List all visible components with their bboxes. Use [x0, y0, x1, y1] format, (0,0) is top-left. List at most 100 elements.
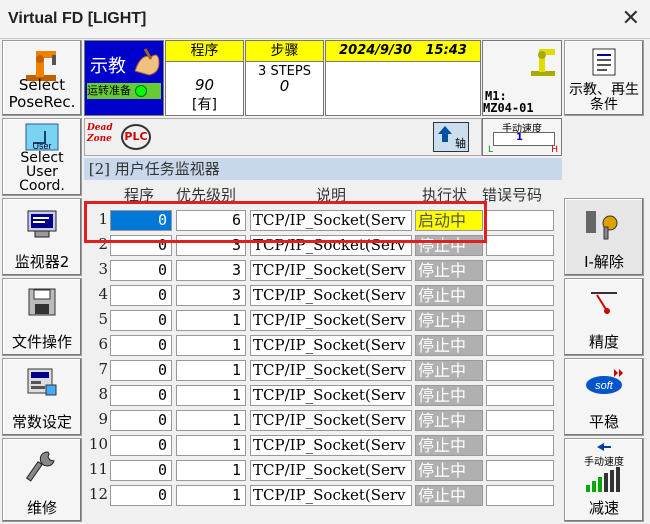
- priority-field[interactable]: 1: [176, 335, 246, 356]
- select-poserec-button[interactable]: Select PoseRec.: [2, 40, 82, 116]
- accuracy-label: 精度: [588, 333, 619, 351]
- table-row[interactable]: 12 0 1 TCP/IP_Socket(Serv 停止中: [84, 483, 562, 508]
- toolbar: Dead Zone PLC 轴: [84, 118, 482, 156]
- axis-label: 轴: [455, 137, 466, 150]
- deadzone-button[interactable]: Dead Zone: [87, 123, 121, 151]
- priority-field[interactable]: 1: [176, 360, 246, 381]
- manual-speed-bars-icon: [586, 467, 620, 492]
- program-field[interactable]: 0: [110, 485, 172, 506]
- state-field: 停止中: [415, 460, 483, 481]
- plc-button[interactable]: PLC: [121, 124, 151, 150]
- priority-field[interactable]: 3: [176, 260, 246, 281]
- table-row[interactable]: 10 0 1 TCP/IP_Socket(Serv 停止中: [84, 433, 562, 458]
- priority-field[interactable]: 3: [176, 285, 246, 306]
- state-field: 停止中: [415, 410, 483, 431]
- row-number: 8: [98, 385, 108, 403]
- interlock-release-button[interactable]: I-解除: [564, 198, 644, 276]
- highlight-box: [84, 201, 487, 243]
- teach-playback-conditions-button[interactable]: 示教、再生 条件: [564, 40, 644, 116]
- program-field[interactable]: 0: [110, 410, 172, 431]
- teach-playback-conditions-label: 示教、再生 条件: [569, 82, 639, 113]
- description-field: TCP/IP_Socket(Serv: [250, 335, 412, 356]
- table-row[interactable]: 3 0 3 TCP/IP_Socket(Serv 停止中: [84, 258, 562, 283]
- select-poserec-label: Select PoseRec.: [8, 76, 76, 111]
- description-field: TCP/IP_Socket(Serv: [250, 260, 412, 281]
- monitor-title-text: [2] 用户任务监视器: [88, 160, 220, 178]
- description-field: TCP/IP_Socket(Serv: [250, 410, 412, 431]
- program-panel: 程序 90 [有]: [165, 40, 244, 116]
- mechanism-panel: M1: MZ04-01: [482, 40, 562, 116]
- error-field: [486, 360, 554, 381]
- program-field[interactable]: 0: [110, 260, 172, 281]
- interlock-release-icon: [586, 211, 618, 240]
- select-user-coord-button[interactable]: User Select User Coord.: [2, 118, 82, 196]
- monitor-icon: [27, 210, 57, 238]
- file-operation-label: 文件操作: [11, 333, 72, 351]
- state-field: 停止中: [415, 385, 483, 406]
- table-row[interactable]: 7 0 1 TCP/IP_Socket(Serv 停止中: [84, 358, 562, 383]
- select-user-coord-label: Select User Coord.: [19, 150, 65, 194]
- program-field[interactable]: 0: [110, 460, 172, 481]
- ready-indicator: 运转准备: [87, 83, 161, 99]
- priority-field[interactable]: 1: [176, 410, 246, 431]
- smooth-button[interactable]: soft 平稳: [564, 358, 644, 436]
- row-number: 11: [88, 460, 108, 478]
- ready-label: 运转准备: [87, 84, 131, 97]
- priority-field[interactable]: 1: [176, 385, 246, 406]
- accuracy-icon: [591, 292, 617, 314]
- row-number: 10: [88, 435, 108, 453]
- program-field[interactable]: 0: [110, 285, 172, 306]
- wrench-icon: [26, 451, 55, 482]
- program-field[interactable]: 0: [110, 360, 172, 381]
- row-number: 7: [98, 360, 108, 378]
- error-field: [486, 310, 554, 331]
- datetime: 2024/9/30 15:43: [326, 41, 480, 62]
- close-icon[interactable]: ✕: [622, 6, 640, 31]
- state-field: 停止中: [415, 435, 483, 456]
- table-row[interactable]: 9 0 1 TCP/IP_Socket(Serv 停止中: [84, 408, 562, 433]
- axis-arrow-icon: [438, 126, 452, 142]
- table-row[interactable]: 4 0 3 TCP/IP_Socket(Serv 停止中: [84, 283, 562, 308]
- description-field: TCP/IP_Socket(Serv: [250, 385, 412, 406]
- maintenance-button[interactable]: 维修: [2, 438, 82, 522]
- error-field: [486, 385, 554, 406]
- state-field: 停止中: [415, 260, 483, 281]
- table-row[interactable]: 8 0 1 TCP/IP_Socket(Serv 停止中: [84, 383, 562, 408]
- error-field: [486, 435, 554, 456]
- col-error: 错误号码: [482, 186, 543, 204]
- program-header: 程序: [166, 41, 243, 62]
- right-blank-slot: [564, 118, 644, 196]
- step-panel: 步骤 3 STEPS 0: [245, 40, 324, 116]
- axis-button[interactable]: 轴: [433, 122, 469, 152]
- table-row[interactable]: 11 0 1 TCP/IP_Socket(Serv 停止中: [84, 458, 562, 483]
- row-number: 12: [88, 485, 108, 503]
- decelerate-button[interactable]: 手动速度 减速: [564, 438, 644, 522]
- priority-field[interactable]: 1: [176, 460, 246, 481]
- table-row[interactable]: 5 0 1 TCP/IP_Socket(Serv 停止中: [84, 308, 562, 333]
- decelerate-small-label: 手动速度: [584, 457, 624, 468]
- priority-field[interactable]: 1: [176, 310, 246, 331]
- description-field: TCP/IP_Socket(Serv: [250, 435, 412, 456]
- soft-icon: soft: [586, 369, 623, 394]
- accuracy-button[interactable]: 精度: [564, 278, 644, 356]
- description-field: TCP/IP_Socket(Serv: [250, 360, 412, 381]
- monitor-title: [2] 用户任务监视器: [84, 158, 562, 180]
- program-flag: [有]: [192, 97, 217, 113]
- error-field: [486, 485, 554, 506]
- program-field[interactable]: 0: [110, 385, 172, 406]
- monitor2-button[interactable]: 监视器2: [2, 198, 82, 276]
- soft-small-label: soft: [595, 380, 614, 392]
- file-operation-button[interactable]: 文件操作: [2, 278, 82, 356]
- window-title: Virtual FD [LIGHT]: [8, 10, 147, 27]
- constant-settings-button[interactable]: 常数设定: [2, 358, 82, 436]
- row-number: 5: [98, 310, 108, 328]
- description-field: TCP/IP_Socket(Serv: [250, 485, 412, 506]
- program-field[interactable]: 0: [110, 310, 172, 331]
- table-row[interactable]: 6 0 1 TCP/IP_Socket(Serv 停止中: [84, 333, 562, 358]
- priority-field[interactable]: 1: [176, 485, 246, 506]
- program-field[interactable]: 0: [110, 435, 172, 456]
- program-number: 90: [194, 76, 215, 94]
- priority-field[interactable]: 1: [176, 435, 246, 456]
- program-field[interactable]: 0: [110, 335, 172, 356]
- title-bar: Virtual FD [LIGHT] ✕: [0, 0, 650, 39]
